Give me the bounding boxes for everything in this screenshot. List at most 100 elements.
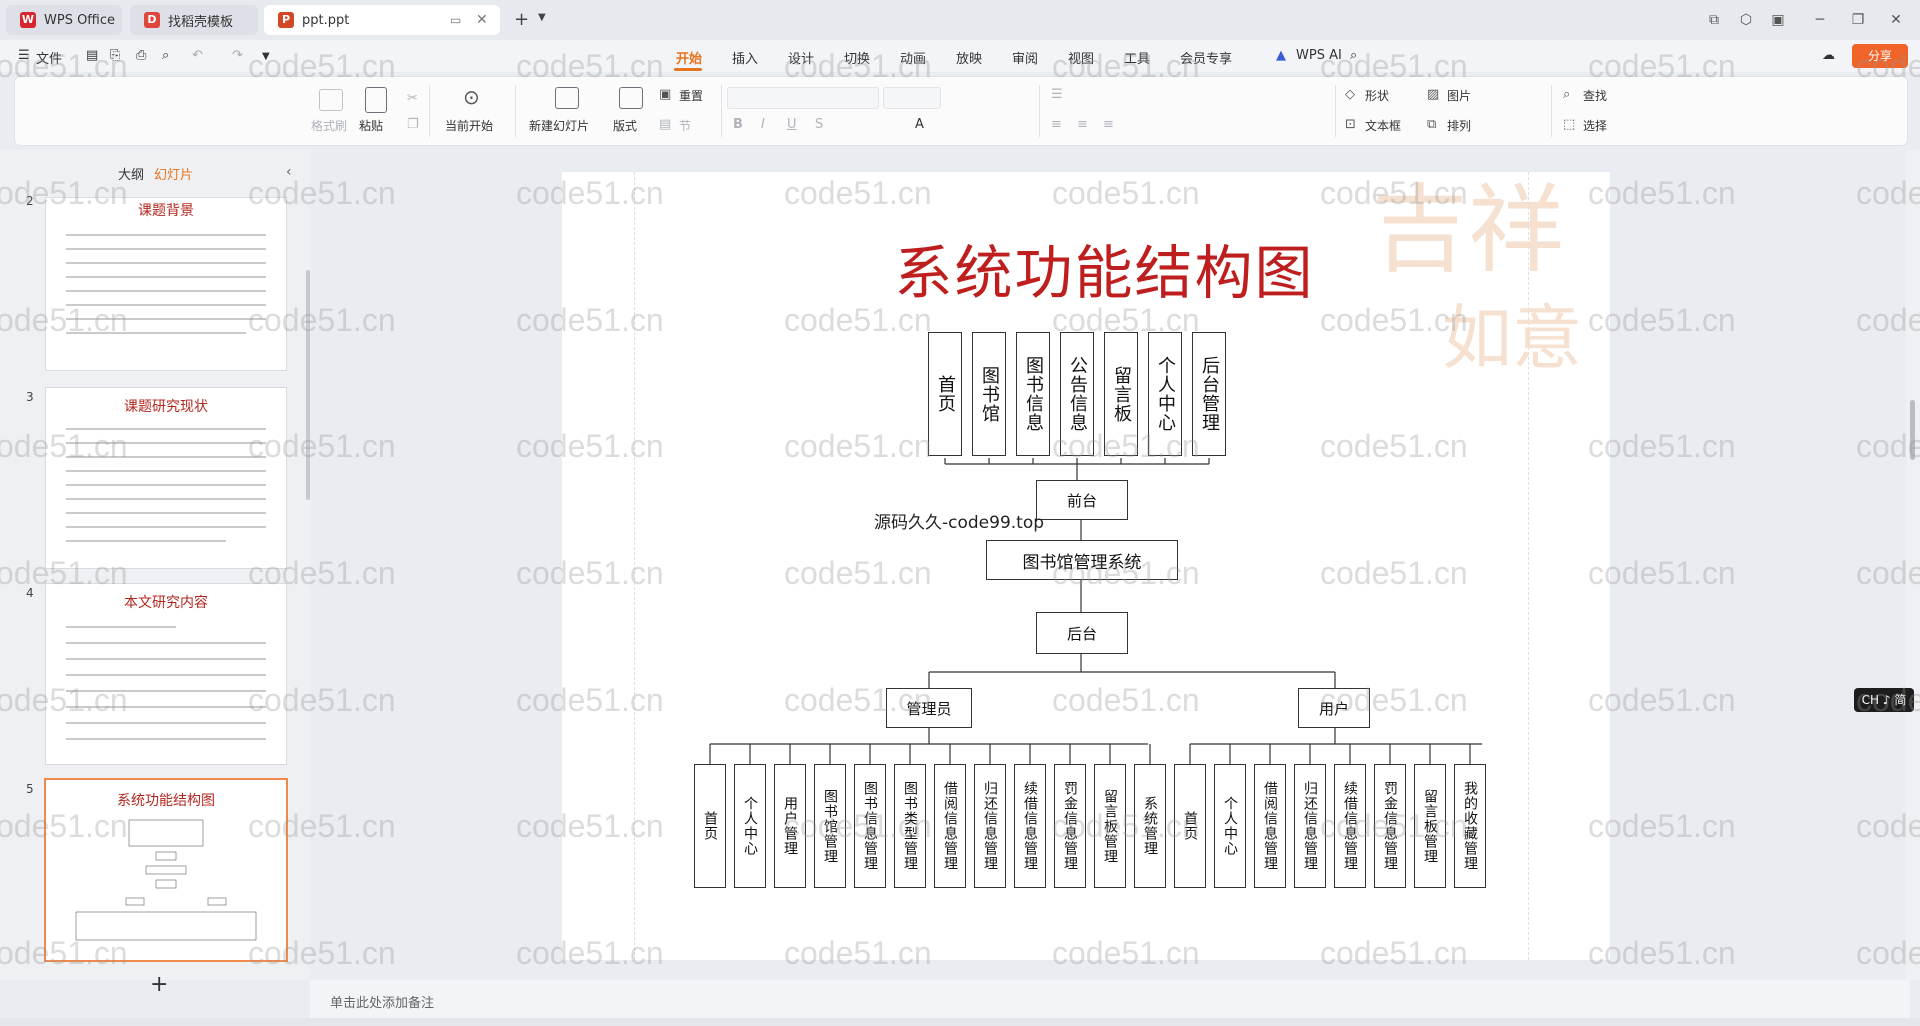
leaf-item[interactable]: 个人中心 [734,764,766,888]
reset-icon[interactable]: ▣ [659,87,671,102]
collapse-panel-icon[interactable]: ‹ [286,164,292,180]
font-name-select[interactable] [727,87,879,109]
find-icon[interactable]: ⌕ [1563,87,1570,102]
leaf-item[interactable]: 个人中心 [1214,764,1246,888]
leaf-item[interactable]: 续借信息管理 [1014,764,1046,888]
menu-member[interactable]: 会员专享 [1180,48,1232,67]
front-item[interactable]: 后台管理 [1192,332,1226,456]
cut-icon[interactable]: ✂ [407,91,418,106]
add-slide-button[interactable]: + [150,972,168,997]
leaf-item[interactable]: 借阅信息管理 [1254,764,1286,888]
restore-icon[interactable]: ❐ [1846,8,1870,32]
leaf-item[interactable]: 用户管理 [774,764,806,888]
tab-wps-office[interactable]: W WPS Office [6,5,122,35]
select-button[interactable]: 选择 [1583,117,1607,134]
admin-node[interactable]: 管理员 [886,688,972,728]
section-button[interactable]: 节 [679,117,691,134]
font-color-icon[interactable]: A [915,117,924,132]
undo-icon[interactable]: ↶ [192,48,203,63]
ime-indicator[interactable]: CH ♪ 简 [1854,688,1914,712]
align-left-icon[interactable]: ≡ [1051,117,1062,132]
tab-ppt-file[interactable]: P ppt.ppt ▭ ✕ [264,5,500,35]
leaf-item[interactable]: 借阅信息管理 [934,764,966,888]
leaf-item[interactable]: 罚金信息管理 [1374,764,1406,888]
front-node[interactable]: 前台 [1036,480,1128,520]
leaf-item[interactable]: 归还信息管理 [1294,764,1326,888]
picture-button[interactable]: 图片 [1447,87,1471,104]
shape-button[interactable]: 形状 [1365,87,1389,104]
new-tab-icon[interactable]: + [514,9,529,30]
leaf-item[interactable]: 图书类型管理 [894,764,926,888]
tab-outline[interactable]: 大纲 [118,164,144,183]
new-slide-icon[interactable] [555,87,579,109]
leaf-item[interactable]: 首页 [694,764,726,888]
slideshow-current-button[interactable]: 当前开始 [445,117,493,134]
close-tab-icon[interactable]: ✕ [476,12,488,28]
save-icon[interactable]: ▤ [86,48,98,63]
front-item[interactable]: 个人中心 [1148,332,1182,456]
share-button[interactable]: 分享 [1852,44,1908,68]
system-node[interactable]: 图书馆管理系统 [986,540,1178,580]
hamburger-icon[interactable]: ☰ [18,48,30,63]
print-preview-icon[interactable]: ⌕ [162,48,169,63]
textbox-icon[interactable]: ⊡ [1345,117,1356,132]
picture-icon[interactable]: ▨ [1427,87,1439,102]
paste-icon[interactable] [365,87,387,113]
align-right-icon[interactable]: ≡ [1103,117,1114,132]
leaf-item[interactable]: 系统管理 [1134,764,1166,888]
source-caption[interactable]: 源码久久-code99.top [874,508,1044,533]
section-icon[interactable]: ▤ [659,117,671,132]
font-size-select[interactable] [883,87,941,109]
menu-design[interactable]: 设计 [788,48,814,67]
menu-start[interactable]: 开始 [676,48,702,67]
slide-thumb-3[interactable]: 课题研究现状 [46,388,286,568]
bold-icon[interactable]: B [733,117,743,132]
front-item[interactable]: 留言板 [1104,332,1138,456]
leaf-item[interactable]: 首页 [1174,764,1206,888]
leaf-item[interactable]: 我的收藏管理 [1454,764,1486,888]
vertical-scrollbar[interactable] [1906,150,1920,980]
tab-list-chevron-icon[interactable]: ▼ [538,12,546,23]
align-center-icon[interactable]: ≡ [1077,117,1088,132]
user-node[interactable]: 用户 [1298,688,1370,728]
leaf-item[interactable]: 图书馆管理 [814,764,846,888]
find-button[interactable]: 查找 [1583,87,1607,104]
slide-canvas[interactable]: 吉祥 如意 系统功能结构图 首页 图书馆 图书信息 公告信息 留言板 个人中心 … [562,172,1610,960]
cube-icon[interactable]: ⬡ [1734,8,1758,32]
underline-icon[interactable]: U [787,117,797,132]
leaf-item[interactable]: 留言板管理 [1094,764,1126,888]
textbox-button[interactable]: 文本框 [1365,117,1401,134]
menu-view[interactable]: 视图 [1068,48,1094,67]
leaf-item[interactable]: 图书信息管理 [854,764,886,888]
slide-thumb-5[interactable]: 系统功能结构图 [46,780,286,960]
window-float-icon[interactable]: ▭ [450,13,461,27]
front-item[interactable]: 图书馆 [972,332,1006,456]
tab-slides[interactable]: 幻灯片 [154,164,193,183]
tab-docer[interactable]: D 找稻壳模板 [130,5,258,35]
menu-file[interactable]: 文件 [36,48,62,67]
minimize-icon[interactable]: ─ [1808,8,1832,32]
reset-button[interactable]: 重置 [679,87,703,104]
menu-review[interactable]: 审阅 [1012,48,1038,67]
strikethrough-icon[interactable]: S [815,117,823,132]
scroll-thumb[interactable] [1910,400,1915,460]
slide-thumb-4[interactable]: 本文研究内容 [46,584,286,764]
search-icon[interactable]: ⌕ [1350,48,1357,63]
italic-icon[interactable]: I [761,117,765,132]
play-icon[interactable]: ⊙ [463,85,480,109]
bullets-icon[interactable]: ☰ [1051,87,1063,102]
front-item[interactable]: 图书信息 [1016,332,1050,456]
slide-title[interactable]: 系统功能结构图 [862,226,1347,310]
arrange-button[interactable]: 排列 [1447,117,1471,134]
menu-tools[interactable]: 工具 [1124,48,1150,67]
redo-icon[interactable]: ↷ [232,48,243,63]
avatar[interactable]: ▣ [1766,8,1790,32]
more-chevron-icon[interactable]: ▼ [262,51,270,62]
menu-animation[interactable]: 动画 [900,48,926,67]
copy-icon[interactable]: ❐ [407,117,419,132]
leaf-item[interactable]: 归还信息管理 [974,764,1006,888]
export-icon[interactable]: ⎘ [110,48,120,63]
slide-thumb-2[interactable]: 课题背景 [46,198,286,370]
front-item[interactable]: 首页 [928,332,962,456]
print-icon[interactable]: ⎙ [136,48,146,63]
